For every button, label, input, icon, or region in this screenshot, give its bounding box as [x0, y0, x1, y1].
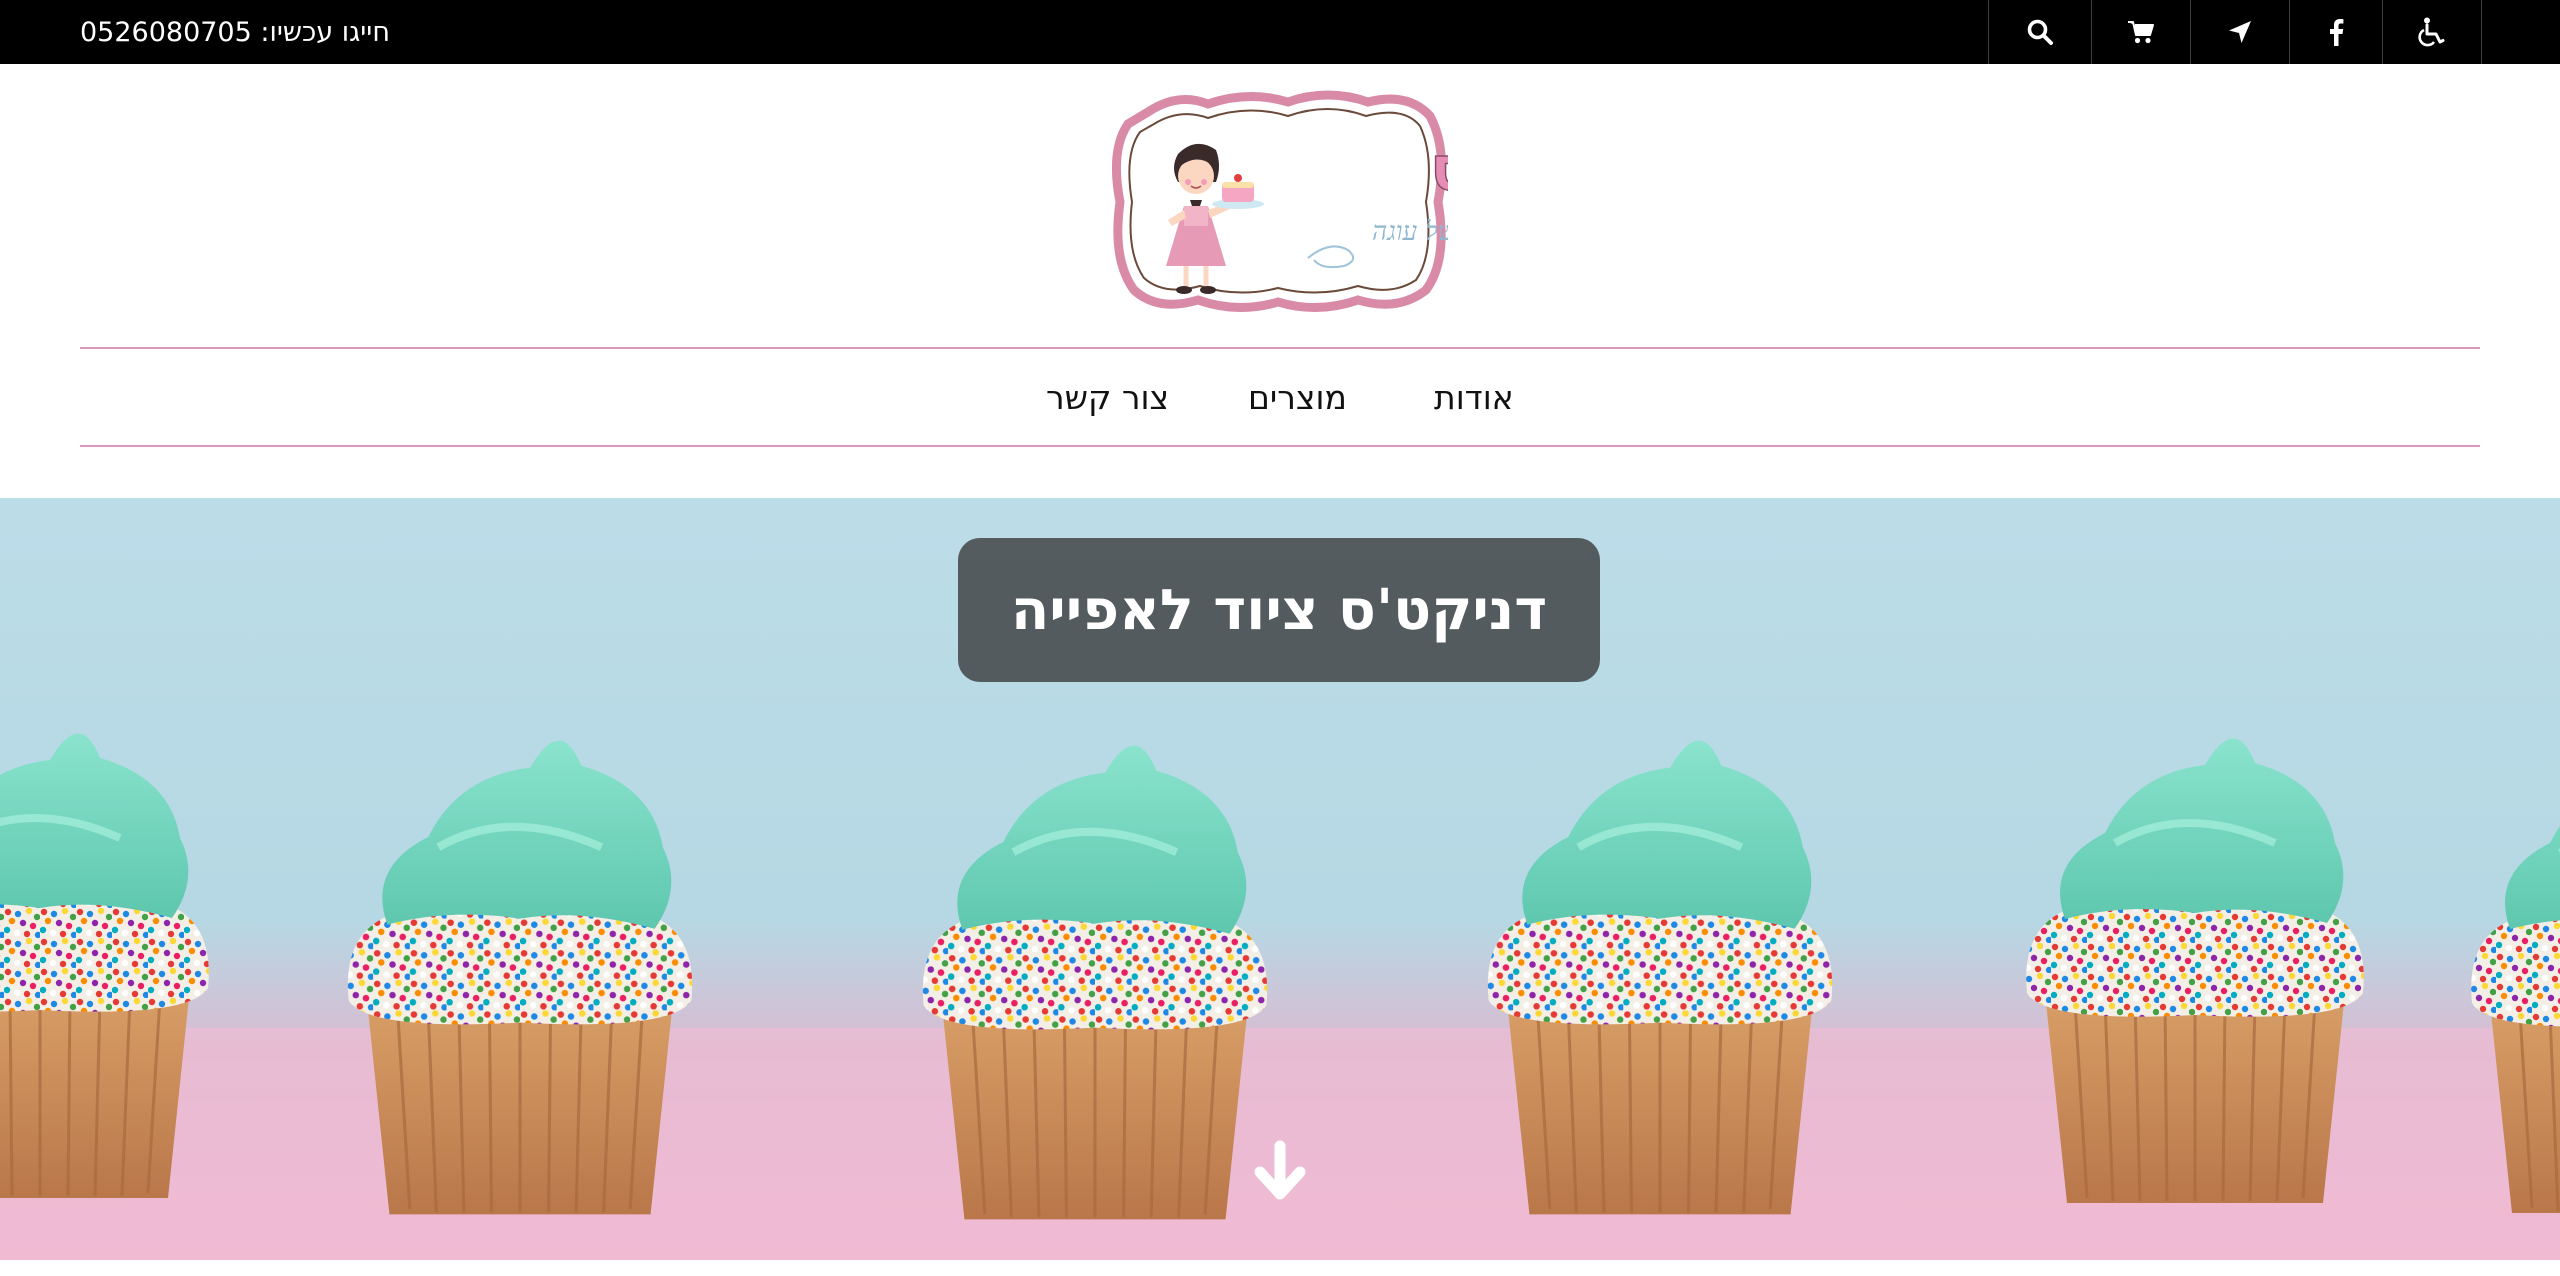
- arrow-down-icon: [1254, 1140, 1306, 1200]
- cart-icon: [2128, 21, 2154, 44]
- logo-tagline: יופי של עוגה: [1372, 217, 1448, 247]
- hero-title: דניקט'ס ציוד לאפייה: [958, 538, 1600, 682]
- cart-button[interactable]: [2092, 0, 2191, 64]
- accessibility-button[interactable]: [2383, 0, 2482, 64]
- call-now-label: חייגו עכשיו:: [260, 16, 390, 48]
- facebook-button[interactable]: [2290, 0, 2383, 64]
- search-icon: [2027, 19, 2053, 45]
- hero-banner: דניקט'ס ציוד לאפייה: [0, 498, 2560, 1260]
- main-nav: אודות מוצרים צור קשר: [80, 347, 2480, 447]
- logo-brand-text: דניקט'ס: [1430, 132, 1448, 205]
- phone-number[interactable]: 0526080705: [80, 17, 252, 48]
- accessibility-icon: [2418, 17, 2445, 47]
- facebook-icon: [2330, 19, 2344, 46]
- logo-graphic: דניקט'ס יופי של עוגה: [1111, 90, 1662, 312]
- nav-item-products[interactable]: מוצרים: [1248, 349, 1347, 445]
- scroll-down-button[interactable]: [1248, 1140, 1312, 1204]
- search-button[interactable]: [1989, 0, 2092, 64]
- nav-item-about[interactable]: אודות: [1434, 349, 1514, 445]
- top-bar: חייגו עכשיו: 0526080705: [0, 0, 2560, 64]
- top-icon-bar: [1988, 0, 2482, 64]
- site-logo[interactable]: דניקט'ס יופי של עוגה: [1108, 90, 1662, 314]
- location-arrow-icon: [2229, 21, 2251, 43]
- nav-item-contact[interactable]: צור קשר: [1046, 349, 1169, 445]
- call-now-line[interactable]: חייגו עכשיו: 0526080705: [80, 0, 390, 64]
- page-bottom-edge: [0, 1260, 2560, 1276]
- location-button[interactable]: [2191, 0, 2290, 64]
